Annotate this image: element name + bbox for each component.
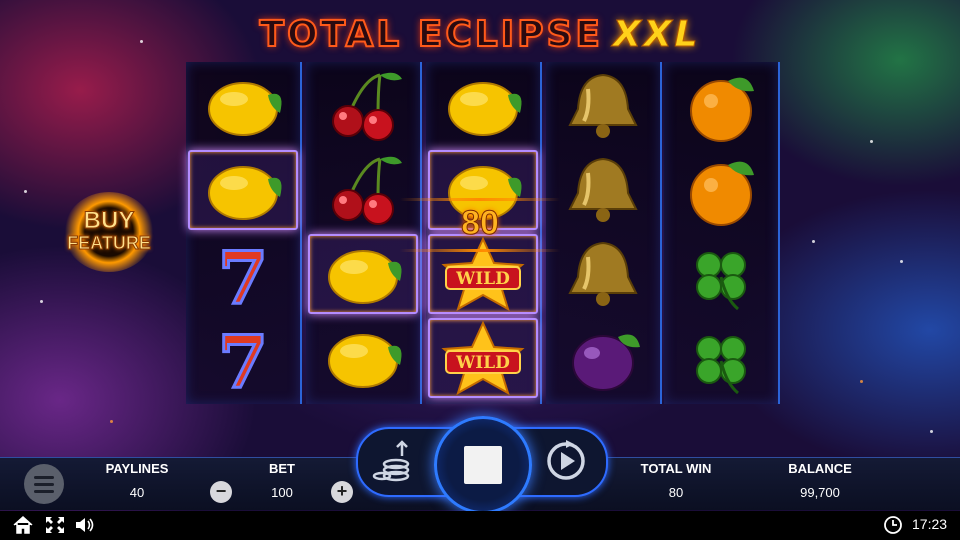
coins-bet-icon[interactable] xyxy=(372,438,418,482)
reel-cell xyxy=(548,66,658,146)
seven-symbol-icon: 7 xyxy=(216,234,269,322)
clock-icon xyxy=(884,516,902,534)
sound-icon[interactable] xyxy=(74,515,96,535)
win-line: 80 xyxy=(400,198,560,252)
seven-symbol-icon: 7 xyxy=(216,318,269,406)
reel-cell xyxy=(666,318,776,398)
cherry-symbol-icon xyxy=(332,72,402,141)
autoplay-icon[interactable] xyxy=(542,436,590,484)
lemon-symbol-icon xyxy=(208,82,282,136)
reel-4 xyxy=(546,62,662,404)
svg-text:7: 7 xyxy=(218,319,268,404)
bet-value: 100 xyxy=(271,485,293,500)
reel-cell xyxy=(308,318,418,398)
reel-cell: 7 xyxy=(188,318,298,406)
reel-cell xyxy=(188,66,298,146)
reel-1: 77 xyxy=(186,62,302,406)
bell-symbol-icon xyxy=(568,241,638,306)
orange-symbol-icon xyxy=(690,161,754,226)
lemon-symbol-icon xyxy=(448,82,522,136)
bell-symbol-icon xyxy=(568,73,638,138)
game-title-xxl: XXL xyxy=(613,14,701,56)
bet-decrease-button[interactable]: − xyxy=(210,481,232,503)
reel-cell xyxy=(428,66,538,146)
orange-symbol-icon xyxy=(690,77,754,142)
cherry-symbol-icon xyxy=(332,156,402,225)
bell-symbol-icon xyxy=(568,157,638,222)
spin-stop-button[interactable] xyxy=(434,416,532,514)
reel-5 xyxy=(664,62,780,404)
win-amount: 80 xyxy=(461,204,500,243)
reel-cell xyxy=(666,150,776,230)
buy-feature-button[interactable]: BUY FEATURE xyxy=(64,192,154,272)
game-title: TOTAL ECLIPSE XXL xyxy=(0,13,960,56)
reel-cell: 7 xyxy=(188,234,298,322)
total-win-label: TOTAL WIN xyxy=(640,461,712,476)
bet-increase-button[interactable]: + xyxy=(331,481,353,503)
menu-icon[interactable] xyxy=(24,464,64,504)
buy-feature-line1: BUY xyxy=(83,207,135,234)
reel-cell xyxy=(666,66,776,146)
lemon-symbol-icon xyxy=(328,250,402,304)
lemon-symbol-icon xyxy=(208,166,282,220)
reel-cell xyxy=(548,318,658,398)
home-icon[interactable] xyxy=(12,515,34,535)
stop-icon xyxy=(464,446,502,484)
clock-time: 17:23 xyxy=(912,516,948,532)
reel-cell xyxy=(548,150,658,230)
reel-cell: WILD xyxy=(428,318,538,398)
fullscreen-icon[interactable] xyxy=(44,515,66,535)
system-bar xyxy=(0,511,960,540)
reel-cell xyxy=(188,150,298,230)
game-title-main: TOTAL ECLIPSE xyxy=(259,13,604,56)
wild-symbol-icon: WILD xyxy=(441,320,525,396)
total-win-value: 80 xyxy=(668,485,684,500)
reel-cell xyxy=(548,234,658,314)
buy-feature-line2: FEATURE xyxy=(67,233,152,254)
clover-symbol-icon xyxy=(696,252,746,311)
svg-text:7: 7 xyxy=(218,235,268,320)
balance-label: BALANCE xyxy=(788,461,852,476)
reel-cell xyxy=(308,66,418,146)
bet-label: BET xyxy=(269,461,295,476)
lemon-symbol-icon xyxy=(328,334,402,388)
plum-symbol-icon xyxy=(572,334,640,391)
reel-cell xyxy=(666,234,776,314)
clover-symbol-icon xyxy=(696,336,746,395)
paylines-label: PAYLINES xyxy=(105,461,169,476)
wild-text: WILD xyxy=(455,269,510,289)
wild-text: WILD xyxy=(455,353,510,373)
balance-value: 99,700 xyxy=(800,485,840,500)
paylines-value: 40 xyxy=(129,485,145,500)
